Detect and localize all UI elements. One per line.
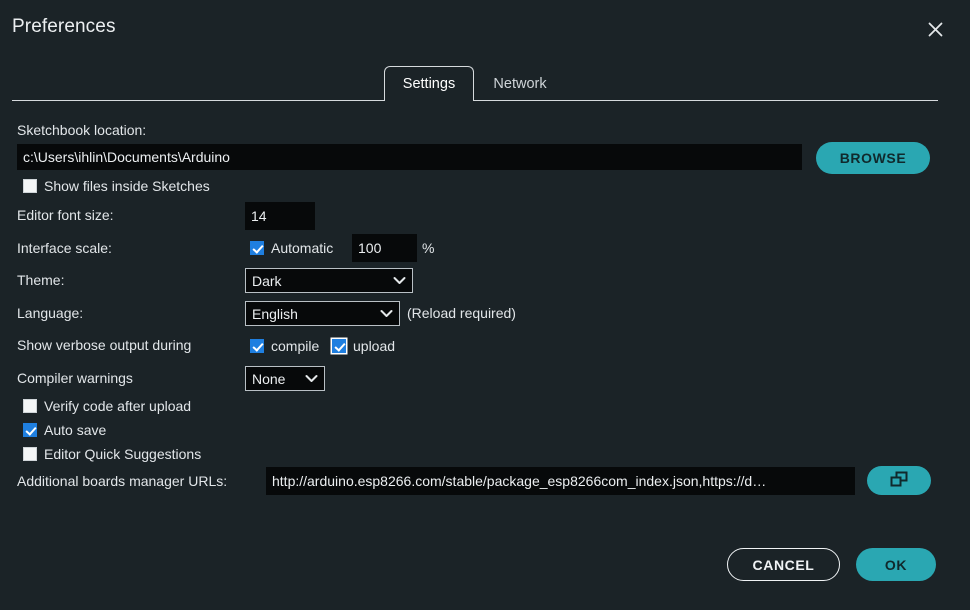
- interface-scale-unit-label: %: [422, 240, 435, 256]
- verify-code-after-upload-label: Verify code after upload: [44, 398, 192, 414]
- show-files-inside-sketches-checkbox[interactable]: [23, 179, 37, 193]
- language-select-value: English: [252, 305, 298, 322]
- verbose-compile-checkbox[interactable]: [250, 339, 264, 353]
- cancel-button[interactable]: CANCEL: [727, 548, 840, 581]
- editor-font-size-label: Editor font size:: [17, 207, 114, 223]
- language-note-label: (Reload required): [407, 305, 516, 321]
- interface-scale-automatic-label: Automatic: [271, 240, 334, 256]
- theme-label: Theme:: [17, 272, 65, 288]
- auto-save-checkbox[interactable]: [23, 423, 37, 437]
- tab-settings-label: Settings: [402, 76, 456, 92]
- verbose-compile-group[interactable]: compile: [250, 338, 319, 354]
- verify-code-after-upload-row[interactable]: Verify code after upload: [23, 398, 191, 414]
- verbose-compile-label: compile: [271, 338, 320, 354]
- editor-font-size-row: Editor font size:: [17, 207, 114, 223]
- theme-row: Theme:: [17, 272, 64, 288]
- show-files-inside-sketches-row[interactable]: Show files inside Sketches: [23, 178, 210, 194]
- editor-font-size-input[interactable]: [245, 202, 315, 230]
- page-title: Preferences: [12, 16, 116, 37]
- tab-bar: Settings Network: [0, 66, 970, 102]
- chevron-down-icon: [380, 309, 393, 318]
- editor-quick-suggestions-label: Editor Quick Suggestions: [44, 446, 202, 462]
- tab-settings[interactable]: Settings: [384, 66, 474, 101]
- tab-network-label: Network: [493, 75, 547, 92]
- chevron-down-icon: [305, 374, 318, 383]
- browse-button[interactable]: BROWSE: [816, 142, 930, 174]
- tab-rule-left: [12, 100, 384, 101]
- chevron-down-icon: [393, 276, 406, 285]
- auto-save-label: Auto save: [44, 422, 107, 438]
- interface-scale-label: Interface scale:: [17, 240, 112, 256]
- boards-manager-urls-row: Additional boards manager URLs:: [17, 473, 227, 489]
- ok-button[interactable]: OK: [856, 548, 936, 581]
- theme-select-value: Dark: [252, 272, 282, 289]
- auto-save-row[interactable]: Auto save: [23, 422, 106, 438]
- interface-scale-unit: %: [422, 240, 434, 256]
- verify-code-after-upload-checkbox[interactable]: [23, 399, 37, 413]
- close-button[interactable]: [922, 16, 948, 42]
- browse-button-label: BROWSE: [839, 150, 907, 166]
- interface-scale-input[interactable]: [352, 234, 417, 262]
- editor-quick-suggestions-checkbox[interactable]: [23, 447, 37, 461]
- dialog-titlebar: Preferences: [0, 0, 970, 56]
- windows-expand-icon: [890, 471, 909, 491]
- language-row: Language:: [17, 305, 83, 321]
- verbose-output-label: Show verbose output during: [17, 337, 192, 353]
- tab-network[interactable]: Network: [480, 66, 560, 101]
- close-icon: [927, 21, 944, 38]
- verbose-upload-label: upload: [353, 338, 396, 354]
- cancel-button-label: CANCEL: [752, 556, 815, 573]
- boards-manager-urls-input[interactable]: [266, 467, 855, 495]
- boards-manager-urls-expand-button[interactable]: [867, 466, 931, 495]
- compiler-warnings-select[interactable]: None: [245, 366, 325, 391]
- sketchbook-location-row: Sketchbook location:: [17, 122, 146, 138]
- verbose-upload-group[interactable]: upload: [332, 338, 395, 354]
- language-note: (Reload required): [407, 305, 516, 321]
- compiler-warnings-label: Compiler warnings: [17, 370, 133, 386]
- interface-scale-automatic-group[interactable]: Automatic: [250, 240, 333, 256]
- ok-button-label: OK: [884, 556, 908, 573]
- theme-select[interactable]: Dark: [245, 268, 413, 293]
- sketchbook-location-input[interactable]: [17, 144, 802, 170]
- interface-scale-automatic-checkbox[interactable]: [250, 241, 264, 255]
- editor-quick-suggestions-row[interactable]: Editor Quick Suggestions: [23, 446, 201, 462]
- verbose-upload-checkbox[interactable]: [332, 339, 346, 353]
- interface-scale-row: Interface scale:: [17, 240, 112, 256]
- sketchbook-location-label: Sketchbook location:: [17, 122, 147, 138]
- language-label: Language:: [17, 305, 84, 321]
- compiler-warnings-row: Compiler warnings: [17, 370, 133, 386]
- compiler-warnings-select-value: None: [252, 370, 286, 387]
- verbose-output-row: Show verbose output during: [17, 337, 191, 353]
- boards-manager-urls-label: Additional boards manager URLs:: [17, 473, 228, 489]
- settings-panel: Sketchbook location: BROWSE Show files i…: [0, 102, 970, 610]
- show-files-inside-sketches-label: Show files inside Sketches: [44, 178, 210, 194]
- language-select[interactable]: English: [245, 301, 400, 326]
